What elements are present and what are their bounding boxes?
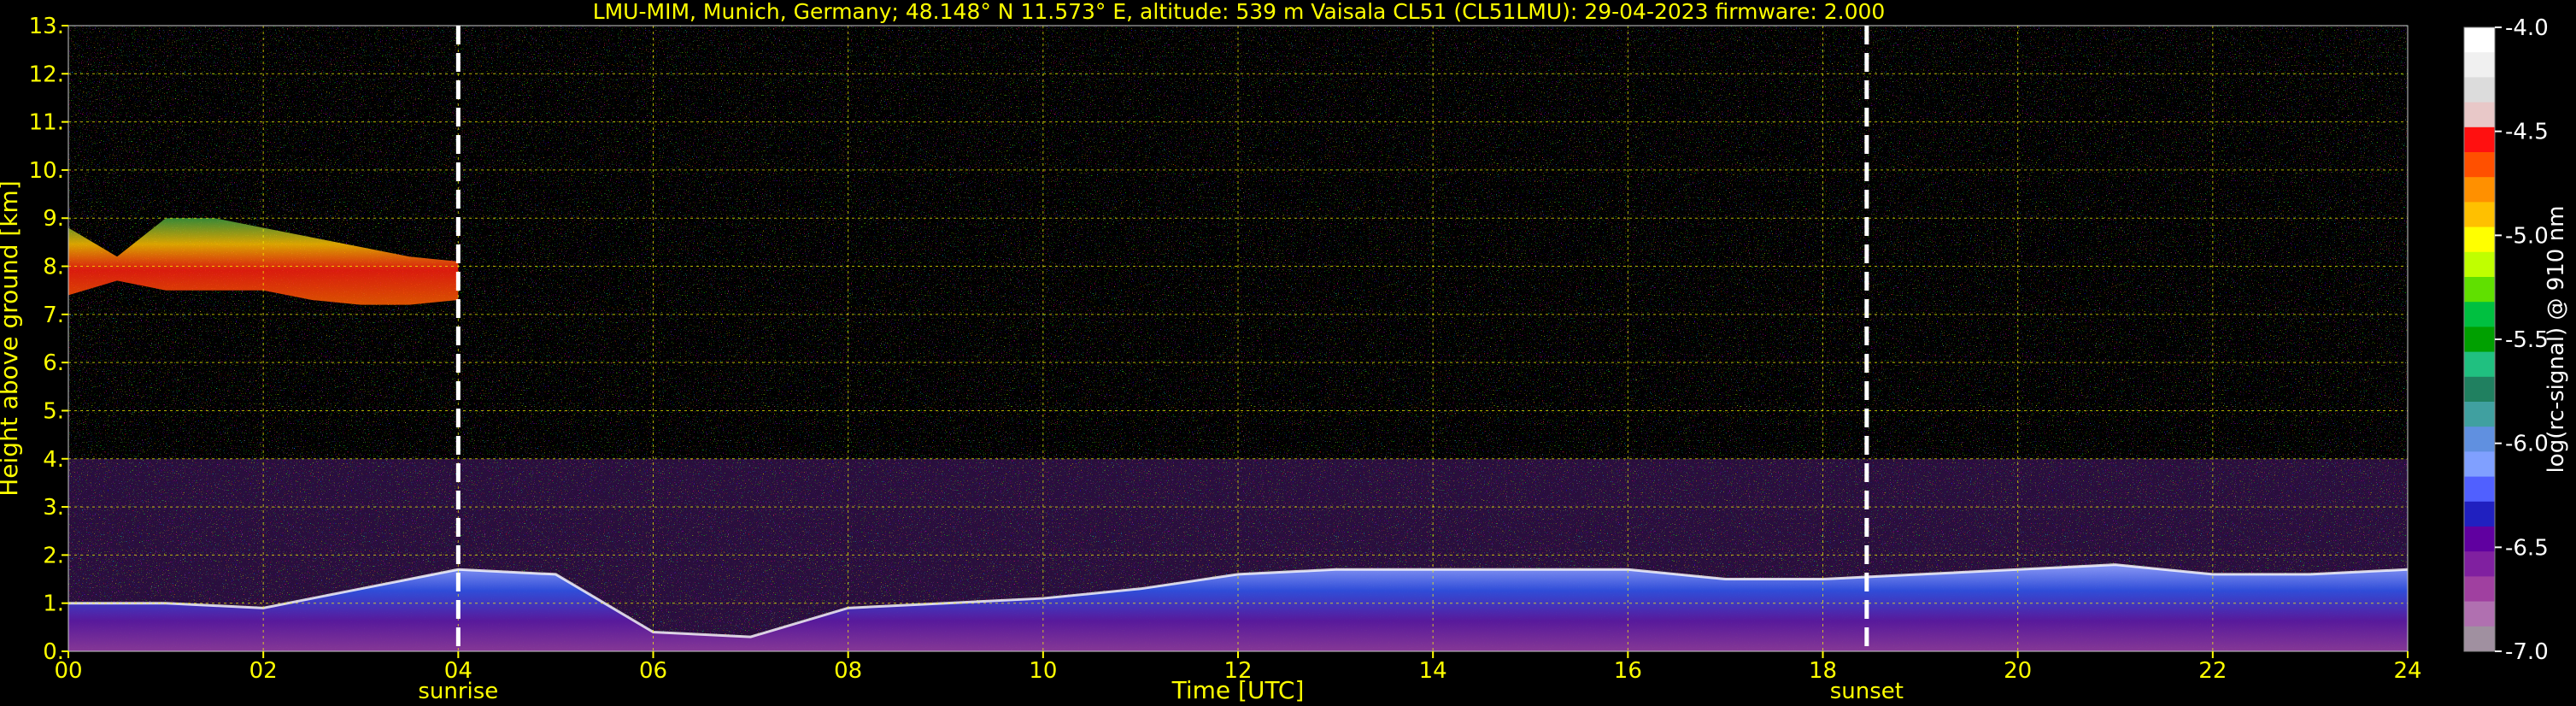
colorbar-swatch bbox=[2464, 476, 2495, 503]
colorbar-swatch bbox=[2464, 576, 2495, 603]
y-tick-label: 13. bbox=[29, 14, 64, 39]
colorbar-swatch bbox=[2464, 351, 2495, 378]
colorbar-swatch bbox=[2464, 376, 2495, 403]
colorbar-swatch bbox=[2464, 202, 2495, 228]
colorbar-swatch bbox=[2464, 427, 2495, 452]
y-tick-label: 2. bbox=[43, 543, 64, 568]
x-tick-label: 22 bbox=[2198, 658, 2227, 684]
colorbar-tick-label: -4.5 bbox=[2505, 120, 2549, 145]
y-tick-label: 0. bbox=[43, 639, 64, 665]
y-tick-label: 9. bbox=[43, 206, 64, 232]
colorbar-swatch bbox=[2464, 177, 2495, 203]
colorbar-swatch bbox=[2464, 626, 2495, 652]
colorbar-swatch bbox=[2464, 52, 2495, 78]
colorbar-swatch bbox=[2464, 601, 2495, 627]
colorbar-swatch bbox=[2464, 102, 2495, 128]
x-tick-label: 02 bbox=[249, 658, 278, 684]
colorbar-tick-label: -5.5 bbox=[2505, 327, 2549, 353]
colorbar-label: log(rc-signal) @ 910 nm bbox=[2544, 206, 2569, 474]
y-tick-label: 12. bbox=[29, 62, 64, 87]
colorbar-swatch bbox=[2464, 501, 2495, 527]
x-tick-label: 24 bbox=[2393, 658, 2421, 684]
colorbar-swatch bbox=[2464, 551, 2495, 577]
x-axis-label: Time [UTC] bbox=[1171, 676, 1305, 704]
colorbar-swatch bbox=[2464, 451, 2495, 478]
colorbar-swatch bbox=[2464, 302, 2495, 327]
plot-area bbox=[67, 25, 2409, 652]
x-tick-label: 08 bbox=[834, 658, 862, 684]
x-tick-label: 16 bbox=[1614, 658, 1642, 684]
colorbar-swatch bbox=[2464, 227, 2495, 253]
y-tick-label: 7. bbox=[43, 303, 64, 328]
chart-title: LMU-MIM, Munich, Germany; 48.148° N 11.5… bbox=[593, 0, 1886, 24]
colorbar-tick-label: -7.0 bbox=[2505, 639, 2549, 665]
y-tick-label: 8. bbox=[43, 255, 64, 280]
colorbar: -4.0 -4.5 -5.0 -5.5 -6.0 -6.5 -7.0 log(rc-sign… bbox=[2463, 15, 2569, 665]
colorbar-swatch bbox=[2464, 27, 2495, 53]
event-label-sunset: sunset bbox=[1830, 679, 1904, 704]
colorbar-tick-label: -6.0 bbox=[2505, 432, 2549, 457]
y-tick-label: 4. bbox=[43, 447, 64, 473]
colorbar-swatch bbox=[2464, 327, 2495, 353]
colorbar-tick-label: -6.5 bbox=[2505, 535, 2549, 561]
y-tick-label: 1. bbox=[43, 591, 64, 617]
colorbar-swatch bbox=[2464, 152, 2495, 178]
x-tick-label: 06 bbox=[639, 658, 667, 684]
colorbar-swatch bbox=[2464, 402, 2495, 427]
y-tick-label: 3. bbox=[43, 495, 64, 521]
colorbar-tick-label: -4.0 bbox=[2505, 15, 2549, 41]
y-axis-label: Height above ground [km] bbox=[0, 180, 23, 497]
y-tick-label: 5. bbox=[43, 398, 64, 424]
event-label-sunrise: sunrise bbox=[418, 679, 498, 704]
x-tick-label: 14 bbox=[1419, 658, 1447, 684]
y-tick-label: 6. bbox=[43, 350, 64, 376]
colorbar-swatch bbox=[2464, 77, 2495, 103]
colorbar-swatch bbox=[2464, 251, 2495, 278]
colorbar-swatch bbox=[2464, 126, 2495, 153]
ceilometer-chart: LMU-MIM, Munich, Germany; 48.148° N 11.5… bbox=[0, 0, 2569, 704]
colorbar-swatch bbox=[2464, 277, 2495, 303]
colorbar-swatch bbox=[2464, 527, 2495, 552]
y-tick-label: 10. bbox=[29, 158, 64, 184]
colorbar-tick-label: -5.0 bbox=[2505, 223, 2549, 249]
y-tick-label: 11. bbox=[29, 110, 64, 136]
x-tick-label: 20 bbox=[2004, 658, 2032, 684]
x-tick-label: 10 bbox=[1029, 658, 1057, 684]
